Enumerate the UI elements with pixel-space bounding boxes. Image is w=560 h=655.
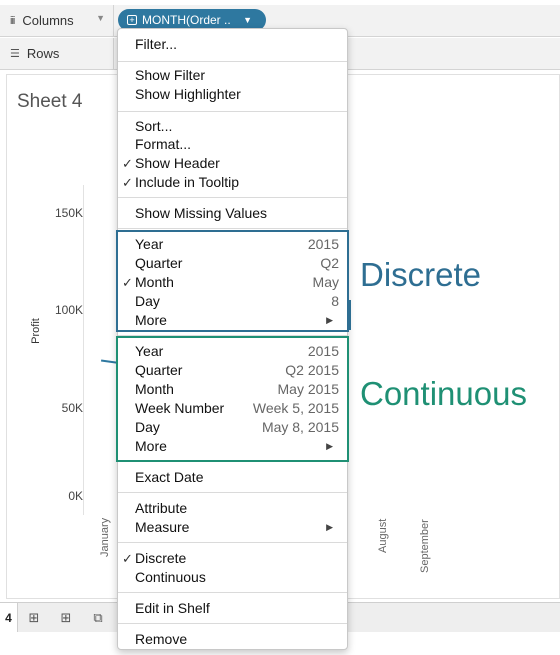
y-axis-line xyxy=(83,185,84,515)
menu-item-discrete-day[interactable]: Day 8 xyxy=(118,292,347,311)
checkmark-icon: ✓ xyxy=(122,156,133,171)
rows-label: Rows xyxy=(26,46,60,61)
menu-item-continuous[interactable]: Continuous xyxy=(118,568,347,587)
columns-label: Columns xyxy=(22,13,74,28)
menu-item-continuous-quarter[interactable]: Quarter Q2 2015 xyxy=(118,361,347,380)
menu-divider xyxy=(118,492,347,493)
plus-icon[interactable]: + xyxy=(127,15,137,25)
chevron-down-icon[interactable]: ▼ xyxy=(96,13,105,23)
menu-divider xyxy=(118,623,347,624)
menu-item-measure[interactable]: Measure ▶ xyxy=(118,518,347,537)
checkmark-icon: ✓ xyxy=(122,275,133,290)
checkmark-icon: ✓ xyxy=(122,551,133,566)
menu-item-include-in-tooltip[interactable]: ✓ Include in Tooltip xyxy=(118,173,347,192)
new-story-icon[interactable]: ⧉ xyxy=(82,610,114,626)
rows-shelf-label-area: ☰ Rows xyxy=(0,38,114,69)
discrete-callout: Discrete xyxy=(360,256,482,293)
y-tick: 50K xyxy=(61,401,83,415)
menu-item-discrete-year[interactable]: Year 2015 xyxy=(118,235,347,254)
menu-item-show-highlighter[interactable]: Show Highlighter xyxy=(118,85,347,104)
x-label-january: January xyxy=(99,517,111,557)
menu-item-continuous-day[interactable]: Day May 8, 2015 xyxy=(118,418,347,437)
checkmark-icon: ✓ xyxy=(122,175,133,190)
new-worksheet-icon[interactable]: ⊞ xyxy=(18,610,50,626)
menu-item-continuous-week-number[interactable]: Week Number Week 5, 2015 xyxy=(118,399,347,418)
x-label-september: September xyxy=(419,519,431,573)
submenu-arrow-icon: ▶ xyxy=(326,315,333,325)
rows-icon: ☰ xyxy=(10,48,20,60)
menu-item-filter[interactable]: Filter... xyxy=(118,35,347,54)
menu-divider xyxy=(118,61,347,62)
menu-divider xyxy=(118,592,347,593)
columns-icon: iii xyxy=(10,14,15,27)
menu-divider xyxy=(118,111,347,112)
discrete-connector-line xyxy=(349,300,351,330)
y-tick: 150K xyxy=(54,206,83,220)
menu-item-attribute[interactable]: Attribute xyxy=(118,499,347,518)
menu-item-continuous-more[interactable]: More ▶ xyxy=(118,437,347,456)
submenu-arrow-icon: ▶ xyxy=(326,441,333,451)
sheet-tab-active[interactable]: 4 xyxy=(0,603,18,632)
menu-item-exact-date[interactable]: Exact Date xyxy=(118,468,347,487)
caret-down-icon[interactable]: ▼ xyxy=(243,15,252,25)
submenu-arrow-icon: ▶ xyxy=(326,522,333,532)
new-dashboard-icon[interactable]: ⊞ xyxy=(50,610,82,626)
menu-item-discrete-quarter[interactable]: Quarter Q2 xyxy=(118,254,347,273)
menu-item-discrete-more[interactable]: More ▶ xyxy=(118,311,347,330)
y-axis-title: Profit xyxy=(29,318,42,344)
menu-item-show-filter[interactable]: Show Filter xyxy=(118,66,347,85)
menu-item-discrete[interactable]: ✓ Discrete xyxy=(118,549,347,568)
pill-label: MONTH(Order .. xyxy=(142,13,231,27)
sheet-title: Sheet 4 xyxy=(17,91,83,112)
menu-divider xyxy=(118,335,347,336)
menu-divider xyxy=(118,197,347,198)
menu-item-format[interactable]: Format... xyxy=(118,135,347,154)
menu-divider xyxy=(118,461,347,462)
menu-item-sort[interactable]: Sort... xyxy=(118,117,347,136)
y-tick: 0K xyxy=(68,489,83,503)
columns-shelf-label-area: iii Columns ▼ xyxy=(0,5,114,36)
menu-divider xyxy=(118,228,347,229)
x-label-august: August xyxy=(377,518,389,553)
menu-item-remove[interactable]: Remove xyxy=(118,630,347,649)
menu-item-edit-in-shelf[interactable]: Edit in Shelf xyxy=(118,599,347,618)
field-context-menu: Filter... Show Filter Show Highlighter S… xyxy=(117,28,348,650)
menu-item-discrete-month[interactable]: ✓ Month May xyxy=(118,273,347,292)
y-tick: 100K xyxy=(54,303,83,317)
menu-item-continuous-year[interactable]: Year 2015 xyxy=(118,342,347,361)
menu-item-show-header[interactable]: ✓ Show Header xyxy=(118,154,347,173)
menu-item-continuous-month[interactable]: Month May 2015 xyxy=(118,380,347,399)
menu-item-show-missing-values[interactable]: Show Missing Values xyxy=(118,204,347,223)
continuous-callout: Continuous xyxy=(360,375,527,412)
menu-divider xyxy=(118,542,347,543)
